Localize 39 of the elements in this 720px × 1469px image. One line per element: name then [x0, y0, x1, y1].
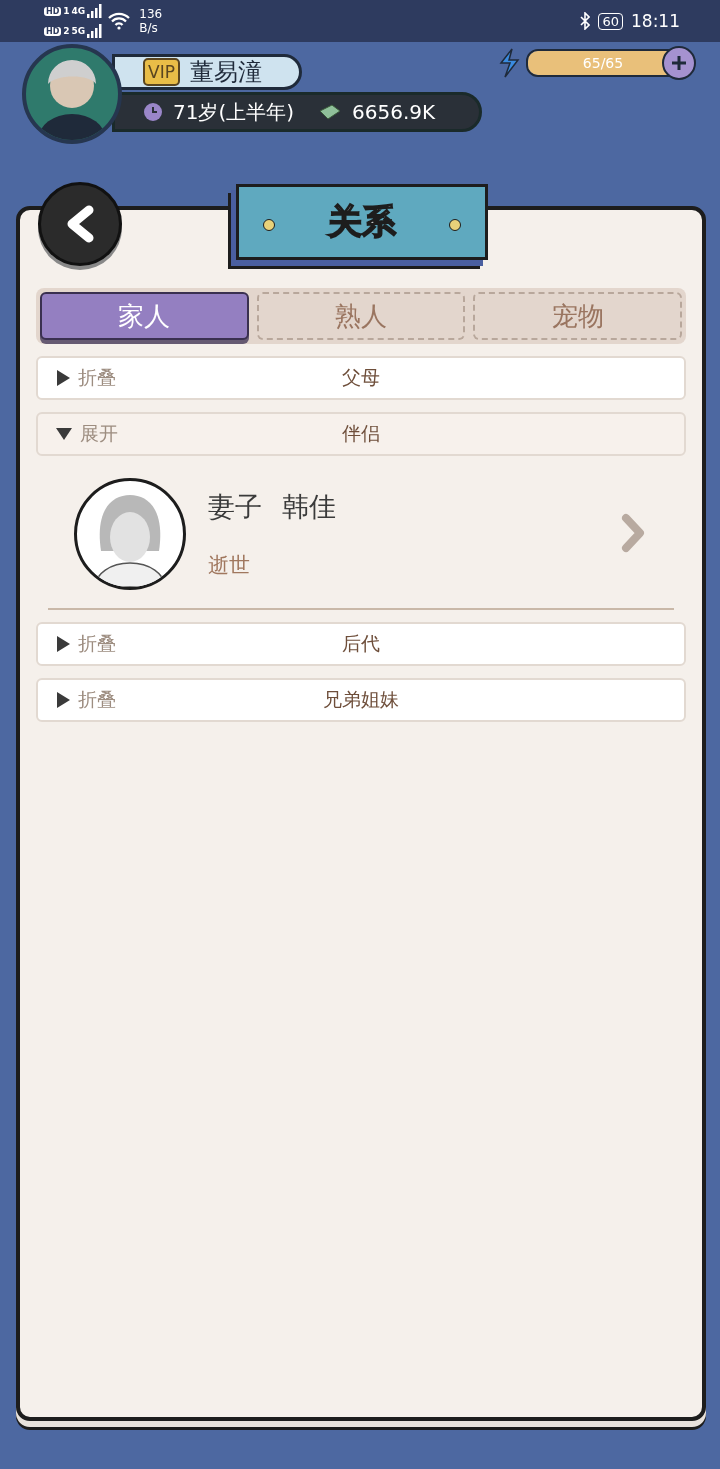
sim-slot: 1 — [63, 6, 70, 16]
pin-icon — [263, 219, 275, 231]
sim-slot: 2 — [63, 26, 70, 36]
group-header[interactable]: 折叠 兄弟姐妹 — [36, 678, 686, 722]
group-title: 伴侣 — [342, 422, 380, 444]
pin-icon — [449, 219, 461, 231]
chevron-icon — [620, 512, 646, 553]
member-relation: 妻子 — [208, 490, 262, 524]
network-type: 5G — [71, 26, 86, 36]
member-status: 逝世 — [208, 552, 251, 579]
group-header[interactable]: 折叠 后代 — [36, 622, 686, 666]
plus-icon — [670, 54, 688, 72]
group-title: 父母 — [342, 366, 380, 388]
battery-level: 60 — [598, 12, 623, 30]
lightning-icon — [498, 48, 520, 78]
hd-badge: HD — [44, 6, 62, 16]
group-header[interactable]: 展开 伴侣 — [36, 412, 686, 456]
member-name: 韩佳 — [282, 490, 336, 524]
cash-icon — [318, 103, 343, 121]
bluetooth-icon — [580, 12, 591, 30]
panel-title: 关系 — [328, 200, 396, 243]
clock-icon — [143, 102, 163, 122]
vip-badge[interactable]: VIP — [143, 58, 180, 86]
signal-icon — [87, 24, 104, 38]
player-name: 董易潼 — [189, 57, 262, 88]
clock-time: 18:11 — [631, 11, 680, 31]
energy-reading: 65/65 — [582, 55, 624, 71]
speed-unit: B/s — [139, 21, 159, 35]
group-header[interactable]: 折叠 父母 — [36, 356, 686, 400]
network-speed: 136 — [139, 7, 163, 21]
money-amount: 6656.9K — [352, 100, 436, 124]
network-type: 4G — [71, 6, 86, 16]
add-button[interactable] — [662, 46, 696, 80]
group-title: 后代 — [342, 632, 380, 654]
group-title: 兄弟姐妹 — [323, 688, 399, 710]
wifi-icon — [107, 12, 132, 30]
signal-icon — [87, 4, 104, 18]
player-age: 71岁(上半年) — [173, 98, 295, 126]
hd-badge: HD — [44, 26, 62, 36]
